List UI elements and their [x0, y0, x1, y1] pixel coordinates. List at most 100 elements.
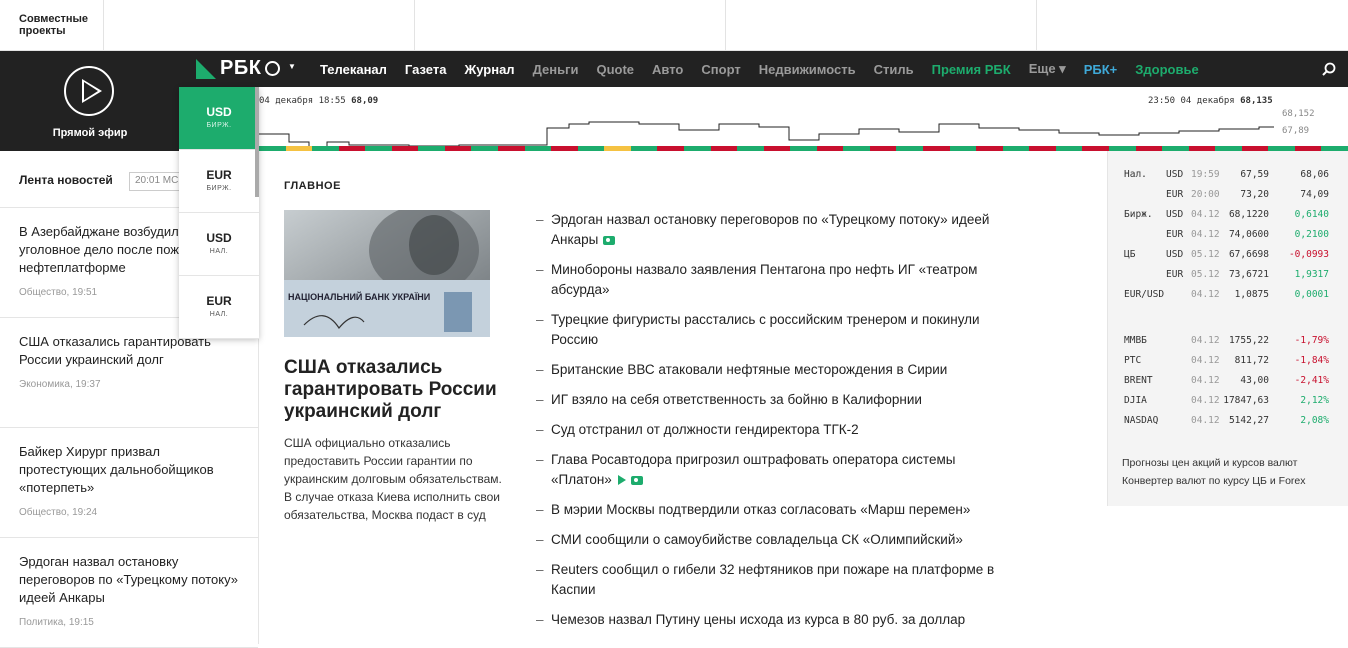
scrollbar[interactable] [255, 87, 259, 197]
quote-group: Бирж. [1124, 209, 1153, 220]
video-icon [617, 475, 626, 486]
news-item-title[interactable]: ИГ взяло на себя ответственность за бойн… [551, 392, 922, 407]
nav-item[interactable]: Еще ▾ [1029, 61, 1066, 77]
ticker-segment [683, 146, 712, 151]
index-row[interactable]: BRENT 04.12 43,00 -2,41% [1124, 375, 1339, 395]
ticker-segment [604, 146, 632, 151]
quotes-link[interactable]: Конвертер валют по курсу ЦБ и Forex [1122, 475, 1306, 487]
ticker-segment [551, 146, 579, 151]
play-triangle [82, 79, 102, 103]
search-icon[interactable] [1322, 62, 1336, 76]
partner-slot[interactable] [415, 0, 726, 51]
index-row[interactable]: РТС 04.12 811,72 -1,84% [1124, 355, 1339, 375]
quote-row[interactable]: Бирж. USD 04.12 68,1220 0,6140 [1124, 209, 1339, 229]
index-change: -1,79% [1294, 335, 1329, 346]
news-item-title[interactable]: СМИ сообщили о самоубийстве совладельца … [551, 532, 963, 547]
nav-item[interactable]: Quote [596, 62, 634, 77]
news-item[interactable]: В мэрии Москвы подтвердили отказ согласо… [536, 500, 1016, 520]
rbc-logo-icon[interactable] [196, 59, 216, 79]
news-item[interactable]: Reuters сообщил о гибели 32 нефтяников п… [536, 560, 1016, 600]
feed-item-title[interactable]: Байкер Хирург призвал протестующих дальн… [19, 443, 239, 497]
nav-item[interactable]: Стиль [874, 62, 914, 77]
quote-change: 0,2100 [1294, 229, 1329, 240]
nav-item[interactable]: Недвижимость [759, 62, 856, 77]
nav-item[interactable]: Премия РБК [932, 62, 1011, 77]
currency-option[interactable]: EUR БИРЖ. [179, 150, 259, 213]
globe-icon[interactable] [265, 61, 280, 76]
partner-slot[interactable] [726, 0, 1037, 51]
quote-value: 73,20 [1240, 189, 1269, 200]
index-row[interactable]: NASDAQ 04.12 5142,27 2,08% [1124, 415, 1339, 435]
ticker-segment [949, 146, 977, 151]
news-item-title[interactable]: Эрдоган назвал остановку переговоров по … [551, 212, 989, 247]
news-item-title[interactable]: Чемезов назвал Путину цены исхода из кур… [551, 612, 965, 627]
nav-item[interactable]: Деньги [533, 62, 579, 77]
ticker-segment [630, 146, 658, 151]
ticker-segment [391, 146, 419, 151]
rbc-logo-text[interactable]: РБК [220, 57, 261, 80]
news-item[interactable]: СМИ сообщили о самоубийстве совладельца … [536, 530, 1016, 550]
ticker-segment [259, 146, 287, 151]
nav-item[interactable]: Газета [405, 62, 447, 77]
live-broadcast-button[interactable]: Прямой эфир [0, 51, 180, 151]
nav-item[interactable]: Телеканал [320, 62, 387, 77]
index-row[interactable]: DJIA 04.12 17847,63 2,12% [1124, 395, 1339, 415]
news-item-title[interactable]: Reuters сообщил о гибели 32 нефтяников п… [551, 562, 994, 597]
quote-change: 0,0001 [1294, 289, 1329, 300]
currency-option[interactable]: USD БИРЖ. [179, 87, 259, 150]
quote-value: 1,0875 [1234, 289, 1269, 300]
quote-value: 67,59 [1240, 169, 1269, 180]
news-item[interactable]: Британские ВВС атаковали нефтяные местор… [536, 360, 1016, 380]
nav-item[interactable]: Здоровье [1135, 62, 1198, 77]
ticker-segment [816, 146, 844, 151]
currency-option[interactable]: EUR НАЛ. [179, 276, 259, 339]
quote-row[interactable]: EUR/USD 04.12 1,0875 0,0001 [1124, 289, 1339, 309]
partner-projects-label[interactable]: Совместные проекты [0, 0, 104, 51]
quote-row[interactable]: EUR 20:00 73,20 74,09 [1124, 189, 1339, 209]
news-item[interactable]: Суд отстранил от должности гендиректора … [536, 420, 1016, 440]
feed-item-title[interactable]: Эрдоган назвал остановку переговоров по … [19, 553, 239, 607]
nav-item[interactable]: Авто [652, 62, 683, 77]
news-item-title[interactable]: Суд отстранил от должности гендиректора … [551, 422, 859, 437]
index-name: DJIA [1124, 395, 1147, 406]
nav-item[interactable]: РБК+ [1084, 62, 1118, 77]
news-item-title[interactable]: В мэрии Москвы подтвердили отказ согласо… [551, 502, 970, 517]
quote-row[interactable]: EUR 05.12 73,6721 1,9317 [1124, 269, 1339, 289]
quote-time: 20:00 [1191, 189, 1220, 200]
feed-item-meta: Общество, 19:24 [19, 507, 98, 518]
partner-slot[interactable] [104, 0, 415, 51]
ticker-segment [869, 146, 897, 151]
quote-value: 68,1220 [1228, 209, 1269, 220]
news-item[interactable]: Чемезов назвал Путину цены исхода из кур… [536, 610, 1016, 630]
currency-option[interactable]: USD НАЛ. [179, 213, 259, 276]
ticker-sparkline[interactable] [259, 102, 1274, 147]
news-item-title[interactable]: Британские ВВС атаковали нефтяные местор… [551, 362, 947, 377]
quote-row[interactable]: Нал. USD 19:59 67,59 68,06 [1124, 169, 1339, 189]
feed-item[interactable]: Эрдоган назвал остановку переговоров по … [0, 538, 258, 648]
image-caption: НАЦІОНАЛЬНИЙ БАНК УКРАЇНИ [288, 292, 431, 302]
nav-item[interactable]: Спорт [701, 62, 740, 77]
chevron-down-icon[interactable]: ▼ [288, 62, 296, 71]
news-item-title[interactable]: Глава Росавтодора пригрозил оштрафовать … [551, 452, 955, 487]
news-item-title[interactable]: Турецкие фигуристы расстались с российск… [551, 312, 980, 347]
news-item[interactable]: Глава Росавтодора пригрозил оштрафовать … [536, 450, 1016, 490]
main-story-title[interactable]: США отказались гарантировать России укра… [284, 357, 514, 423]
ticker-segment [312, 146, 340, 151]
index-row[interactable]: ММВБ 04.12 1755,22 -1,79% [1124, 335, 1339, 355]
quote-value: 67,6698 [1228, 249, 1269, 260]
news-item-title[interactable]: Минобороны назвало заявления Пентагона п… [551, 262, 977, 297]
quote-row[interactable]: ЦБ USD 05.12 67,6698 -0,0993 [1124, 249, 1339, 269]
news-item[interactable]: Турецкие фигуристы расстались с российск… [536, 310, 1016, 350]
main-story-image[interactable]: НАЦІОНАЛЬНИЙ БАНК УКРАЇНИ [284, 210, 490, 337]
quote-group: EUR/USD [1124, 289, 1165, 300]
nav-item[interactable]: Журнал [464, 62, 514, 77]
quotes-link[interactable]: Прогнозы цен акций и курсов валют [1122, 457, 1297, 469]
news-item[interactable]: Эрдоган назвал остановку переговоров по … [536, 210, 1016, 250]
feed-item[interactable]: Байкер Хирург призвал протестующих дальн… [0, 428, 258, 538]
news-item[interactable]: ИГ взяло на себя ответственность за бойн… [536, 390, 1016, 410]
index-value: 1755,22 [1228, 335, 1269, 346]
quote-time: 05.12 [1191, 269, 1220, 280]
quote-row[interactable]: EUR 04.12 74,0600 0,2100 [1124, 229, 1339, 249]
news-item[interactable]: Минобороны назвало заявления Пентагона п… [536, 260, 1016, 300]
index-time: 04.12 [1191, 415, 1220, 426]
